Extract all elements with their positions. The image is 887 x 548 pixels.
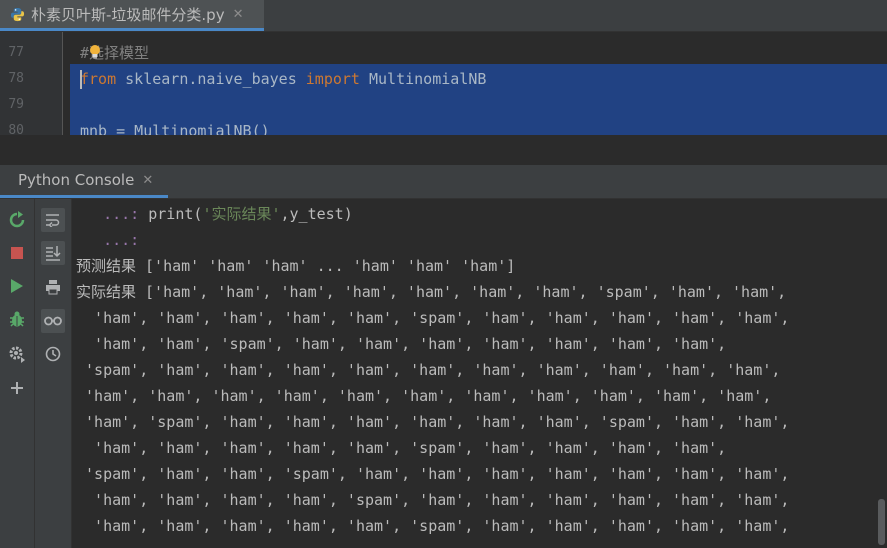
module-name: sklearn.naive_bayes <box>116 70 306 88</box>
console-output-line: 'spam', 'ham', 'ham', 'ham', 'ham', 'ham… <box>76 361 781 379</box>
debug-icon[interactable] <box>5 307 29 331</box>
add-icon[interactable] <box>5 376 29 400</box>
console-tab-close-icon[interactable]: ✕ <box>142 173 153 188</box>
console-output-line: 'ham', 'ham', 'ham', 'ham', 'ham', 'spam… <box>76 309 790 327</box>
code-text: ,y_test) <box>280 205 353 223</box>
python-file-icon <box>10 7 25 21</box>
line-number: 79 <box>8 97 24 112</box>
code-editor[interactable]: 76 77 78 79 80 #选择模型 from sklearn.naive_… <box>0 32 887 135</box>
editor-tab[interactable]: 朴素贝叶斯-垃圾邮件分类.py ✕ <box>0 0 264 31</box>
console-output[interactable]: ...: print('实际结果',y_test) ...: 预测结果 ['ha… <box>72 199 887 548</box>
console-output-line: 'ham', 'ham', 'spam', 'ham', 'ham', 'ham… <box>76 335 727 353</box>
editor-tab-bar: 朴素贝叶斯-垃圾邮件分类.py ✕ <box>0 0 887 32</box>
console-prompt: ...: <box>76 205 149 223</box>
scroll-to-end-icon[interactable] <box>41 241 65 265</box>
console-output-line: 实际结果 ['ham', 'ham', 'ham', 'ham', 'ham',… <box>76 283 787 301</box>
console-output-line: 'ham', 'ham', 'ham', 'ham', 'ham', 'spam… <box>76 439 727 457</box>
console-output-line: 'ham', 'ham', 'ham', 'ham', 'ham', 'ham'… <box>76 387 772 405</box>
console-tab-bar: Python Console ✕ <box>0 165 887 199</box>
console-input-line: ...: <box>76 227 148 253</box>
console-output-line: 'ham', 'ham', 'ham', 'ham', 'ham', 'spam… <box>76 517 790 535</box>
console-action-toolbar <box>0 199 35 548</box>
console-tab-label: Python Console <box>18 171 135 189</box>
code-text: print( <box>148 205 203 223</box>
code-string: '实际结果' <box>202 205 281 223</box>
line-number-gutter: 76 77 78 79 80 <box>0 32 63 135</box>
history-icon[interactable] <box>41 342 65 366</box>
scrollbar-thumb[interactable] <box>878 499 885 545</box>
class-name: MultinomialNB <box>359 70 487 88</box>
keyword-import: import <box>305 70 360 88</box>
soft-wrap-icon[interactable] <box>41 208 65 232</box>
stop-icon[interactable] <box>5 241 29 265</box>
console-output-line: 预测结果 ['ham' 'ham' 'ham' ... 'ham' 'ham' … <box>76 257 516 275</box>
console-prompt: ...: <box>76 231 149 249</box>
code-import-line: from sklearn.naive_bayes import Multinom… <box>80 66 486 92</box>
print-icon[interactable] <box>41 275 65 299</box>
console-scrollbar[interactable] <box>877 199 887 548</box>
editor-tab-close-icon[interactable]: ✕ <box>233 7 244 22</box>
line-number: 76 <box>0 32 24 40</box>
rerun-icon[interactable] <box>5 208 29 232</box>
code-assign-line: mnb = MultinomialNB() <box>80 122 270 135</box>
console-output-line: 'spam', 'ham', 'ham', 'spam', 'ham', 'ha… <box>76 465 790 483</box>
text-caret <box>80 70 82 89</box>
console-view-toolbar <box>35 199 72 548</box>
run-icon[interactable] <box>5 274 29 298</box>
panel-splitter[interactable] <box>0 135 887 166</box>
line-number: 80 <box>8 123 24 135</box>
console-output-line: 'ham', 'ham', 'ham', 'ham', 'spam', 'ham… <box>76 491 790 509</box>
settings-icon[interactable] <box>5 342 29 366</box>
line-number: 78 <box>8 71 24 86</box>
console-input-line: ...: print('实际结果',y_test) <box>76 201 353 227</box>
console-output-line: 'ham', 'spam', 'ham', 'ham', 'ham', 'ham… <box>76 413 790 431</box>
tab-python-console[interactable]: Python Console ✕ <box>0 165 168 198</box>
keyword-from: from <box>80 70 117 88</box>
editor-tab-filename: 朴素贝叶斯-垃圾邮件分类.py <box>31 5 225 24</box>
line-number: 77 <box>8 45 24 60</box>
lightbulb-icon[interactable] <box>88 44 102 60</box>
show-variables-icon[interactable] <box>41 309 65 333</box>
